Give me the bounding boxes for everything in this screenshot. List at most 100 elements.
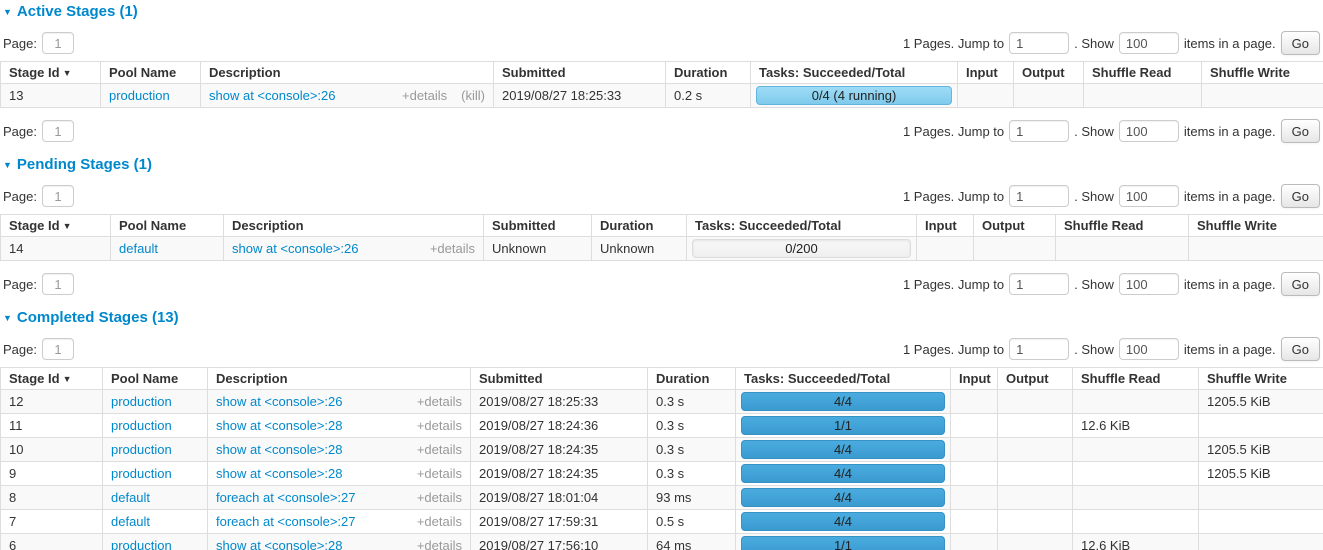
- description-link[interactable]: foreach at <console>:27: [216, 514, 356, 529]
- pool-name-link[interactable]: production: [111, 538, 172, 550]
- jump-to-input[interactable]: [1009, 185, 1069, 207]
- pool-name-link[interactable]: default: [111, 490, 150, 505]
- input-cell: [951, 390, 998, 414]
- page-number-input[interactable]: [42, 185, 74, 207]
- col-header-shuffle-read[interactable]: Shuffle Read: [1056, 215, 1189, 237]
- details-toggle[interactable]: +details: [417, 466, 462, 481]
- show-text: . Show: [1074, 189, 1114, 204]
- task-progress-bar: 4/4: [741, 488, 945, 507]
- col-header-tasks[interactable]: Tasks: Succeeded/Total: [736, 368, 951, 390]
- details-toggle[interactable]: +details: [417, 394, 462, 409]
- input-cell: [958, 84, 1014, 108]
- col-header-tasks[interactable]: Tasks: Succeeded/Total: [751, 62, 958, 84]
- col-header-submitted[interactable]: Submitted: [471, 368, 648, 390]
- col-header-submitted[interactable]: Submitted: [484, 215, 592, 237]
- completed-stages-header[interactable]: ▼ Completed Stages (13): [3, 309, 1323, 326]
- col-header-output[interactable]: Output: [1014, 62, 1084, 84]
- tasks-cell: 1/1: [736, 414, 951, 438]
- col-header-description[interactable]: Description: [201, 62, 494, 84]
- col-header-submitted[interactable]: Submitted: [494, 62, 666, 84]
- col-header-stage-id[interactable]: Stage Id▼: [1, 215, 111, 237]
- spark-stages-page: ▼ Active Stages (1) Page: 1 Pages. Jump …: [0, 0, 1323, 550]
- pool-name-link[interactable]: production: [111, 442, 172, 457]
- col-header-tasks[interactable]: Tasks: Succeeded/Total: [687, 215, 917, 237]
- col-header-pool-name[interactable]: Pool Name: [111, 215, 224, 237]
- details-toggle[interactable]: +details: [417, 538, 462, 550]
- col-header-duration[interactable]: Duration: [648, 368, 736, 390]
- description-link[interactable]: show at <console>:26: [232, 241, 358, 256]
- description-link[interactable]: show at <console>:28: [216, 538, 342, 550]
- go-button[interactable]: Go: [1281, 119, 1320, 143]
- details-toggle[interactable]: +details: [402, 88, 447, 103]
- description-cell: show at <console>:28 +details: [208, 462, 471, 486]
- col-header-shuffle-write[interactable]: Shuffle Write: [1202, 62, 1323, 84]
- show-count-input[interactable]: [1119, 185, 1179, 207]
- page-number-input[interactable]: [42, 338, 74, 360]
- jump-to-input[interactable]: [1009, 120, 1069, 142]
- page-number-input[interactable]: [42, 120, 74, 142]
- col-header-stage-id[interactable]: Stage Id▼: [1, 368, 103, 390]
- pool-name-link[interactable]: default: [111, 514, 150, 529]
- pending-stages-header[interactable]: ▼ Pending Stages (1): [3, 156, 1323, 173]
- col-header-input[interactable]: Input: [951, 368, 998, 390]
- description-link[interactable]: foreach at <console>:27: [216, 490, 356, 505]
- details-toggle[interactable]: +details: [417, 490, 462, 505]
- jump-to-input[interactable]: [1009, 338, 1069, 360]
- active-stages-header[interactable]: ▼ Active Stages (1): [3, 3, 1323, 20]
- pool-name-link[interactable]: default: [119, 241, 158, 256]
- stage-row: 10productionshow at <console>:28+details…: [1, 438, 1323, 462]
- active-stages-table: Stage Id▼Pool NameDescriptionSubmittedDu…: [0, 61, 1323, 108]
- tasks-cell: 0/200: [687, 237, 917, 261]
- description-link[interactable]: show at <console>:26: [209, 88, 335, 103]
- col-header-input[interactable]: Input: [958, 62, 1014, 84]
- col-header-shuffle-write[interactable]: Shuffle Write: [1199, 368, 1323, 390]
- details-toggle[interactable]: +details: [417, 442, 462, 457]
- go-button[interactable]: Go: [1281, 337, 1320, 361]
- col-header-description[interactable]: Description: [208, 368, 471, 390]
- stage-row: 6productionshow at <console>:28+details2…: [1, 534, 1323, 550]
- col-header-output[interactable]: Output: [974, 215, 1056, 237]
- kill-link[interactable]: (kill): [461, 88, 485, 103]
- pool-name-link[interactable]: production: [111, 466, 172, 481]
- col-header-output[interactable]: Output: [998, 368, 1073, 390]
- submitted-cell: 2019/08/27 18:25:33: [494, 84, 666, 108]
- col-header-pool-name[interactable]: Pool Name: [103, 368, 208, 390]
- go-button[interactable]: Go: [1281, 272, 1320, 296]
- page-number-input[interactable]: [42, 32, 74, 54]
- col-header-stage-id[interactable]: Stage Id▼: [1, 62, 101, 84]
- details-toggle[interactable]: +details: [430, 241, 475, 256]
- description-cell: show at <console>:26 +details (kill): [201, 84, 494, 108]
- go-button[interactable]: Go: [1281, 31, 1320, 55]
- col-header-input[interactable]: Input: [917, 215, 974, 237]
- show-count-input[interactable]: [1119, 32, 1179, 54]
- go-button[interactable]: Go: [1281, 184, 1320, 208]
- description-link[interactable]: show at <console>:26: [216, 394, 342, 409]
- col-header-shuffle-write[interactable]: Shuffle Write: [1189, 215, 1323, 237]
- page-number-input[interactable]: [42, 273, 74, 295]
- pool-name-link[interactable]: production: [109, 88, 170, 103]
- description-link[interactable]: show at <console>:28: [216, 418, 342, 433]
- shuffle-read-cell: [1073, 390, 1199, 414]
- pool-name-link[interactable]: production: [111, 394, 172, 409]
- pool-name-link[interactable]: production: [111, 418, 172, 433]
- col-header-duration[interactable]: Duration: [592, 215, 687, 237]
- pool-name-cell: production: [103, 462, 208, 486]
- details-toggle[interactable]: +details: [417, 514, 462, 529]
- jump-to-input[interactable]: [1009, 32, 1069, 54]
- pool-name-cell: production: [103, 534, 208, 550]
- col-header-shuffle-read[interactable]: Shuffle Read: [1084, 62, 1202, 84]
- jump-to-input[interactable]: [1009, 273, 1069, 295]
- col-header-pool-name[interactable]: Pool Name: [101, 62, 201, 84]
- show-count-input[interactable]: [1119, 338, 1179, 360]
- show-count-input[interactable]: [1119, 120, 1179, 142]
- col-header-shuffle-read[interactable]: Shuffle Read: [1073, 368, 1199, 390]
- sort-desc-icon: ▼: [63, 374, 72, 384]
- shuffle-read-cell: [1073, 486, 1199, 510]
- shuffle-write-cell: [1199, 414, 1323, 438]
- show-count-input[interactable]: [1119, 273, 1179, 295]
- description-link[interactable]: show at <console>:28: [216, 466, 342, 481]
- description-link[interactable]: show at <console>:28: [216, 442, 342, 457]
- col-header-duration[interactable]: Duration: [666, 62, 751, 84]
- details-toggle[interactable]: +details: [417, 418, 462, 433]
- col-header-description[interactable]: Description: [224, 215, 484, 237]
